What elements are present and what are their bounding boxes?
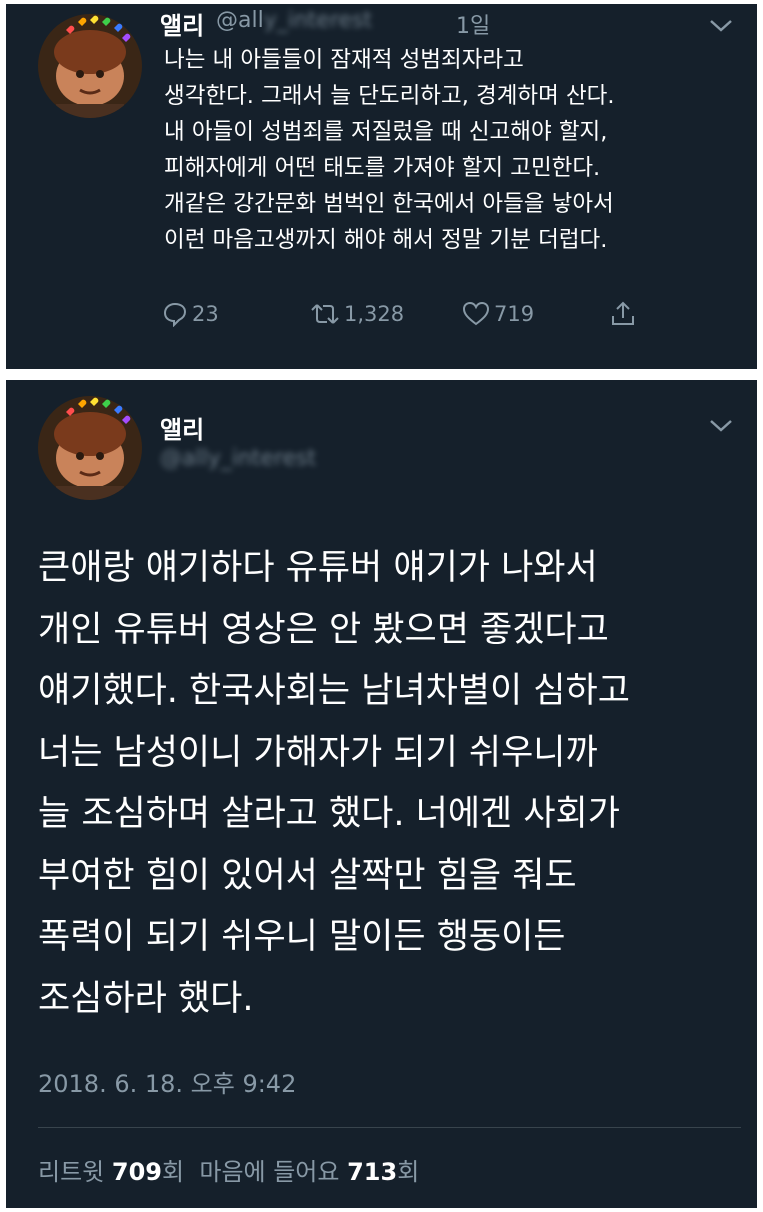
retweet-stat[interactable]: 리트윗 709회 <box>38 1158 184 1186</box>
share-button[interactable] <box>610 296 640 332</box>
likes-label: 마음에 들어요 <box>199 1158 340 1186</box>
tweet-line: 큰애랑 얘기하다 유튜버 얘기가 나와서 <box>38 548 598 588</box>
likes-total: 713 <box>347 1158 398 1186</box>
retweet-count: 1,328 <box>344 302 405 326</box>
chevron-down-icon[interactable] <box>708 18 734 34</box>
tweet-line: 너는 남성이니 가해자가 되기 쉬우니까 <box>38 732 598 773</box>
tweet-line: 내 아들이 성범죄를 저질렀을 때 신고해야 할지, <box>164 119 608 145</box>
likes-unit: 회 <box>397 1158 420 1186</box>
tweet-line: 생각한다. 그래서 늘 단도리하고, 경계하며 산다. <box>164 83 615 109</box>
avatar[interactable] <box>36 394 144 502</box>
tweet-line: 늘 조심하며 살라고 했다. 너에겐 사회가 <box>38 794 620 834</box>
avatar[interactable] <box>36 12 144 120</box>
retweet-label: 리트윗 <box>38 1158 105 1186</box>
user-handle[interactable]: @ally_interest <box>160 446 316 471</box>
display-name[interactable]: 앨리 <box>160 6 204 41</box>
reply-button[interactable]: 23 <box>162 296 219 332</box>
tweet-actions: 23 1,328 719 <box>6 296 757 332</box>
tweet-line: 피해자에게 어떤 태도를 가져야 할지 고민한다. <box>164 155 601 181</box>
reply-icon <box>163 302 187 327</box>
tweet-line: 나는 내 아들들이 잠재적 성범죄자라고 <box>164 47 524 73</box>
retweet-total: 709 <box>111 1158 162 1186</box>
tweet-line: 폭력이 되기 쉬우니 말이든 행동이든 <box>38 917 566 957</box>
handle-prefix: @all <box>216 8 264 33</box>
likes-stat[interactable]: 마음에 들어요 713회 <box>199 1158 419 1186</box>
tweet-line: 개같은 강간문화 범벅인 한국에서 아들을 낳아서 <box>164 191 614 217</box>
tweet-age[interactable]: 1일 <box>456 8 490 40</box>
tweet-text: 나는 내 아들들이 잠재적 성범죄자라고 생각한다. 그래서 늘 단도리하고, … <box>164 42 744 258</box>
heart-icon <box>462 301 490 326</box>
retweet-icon <box>311 304 339 324</box>
divider <box>38 1127 741 1128</box>
tweet-line: 조심하라 했다. <box>38 978 254 1019</box>
retweet-unit: 회 <box>162 1158 185 1186</box>
tweet-line: 이런 마음고생까지 해야 해서 정말 기분 더럽다. <box>164 227 608 253</box>
retweet-button[interactable]: 1,328 <box>310 296 404 332</box>
tweet-line: 부여한 힘이 있어서 살짝만 힘을 줘도 <box>38 855 577 896</box>
like-button[interactable]: 719 <box>462 296 534 332</box>
handle-blurred: y_interest <box>263 8 373 33</box>
tweet-line: 개인 유튜버 영상은 안 봤으면 좋겠다고 <box>38 609 609 650</box>
user-handle[interactable]: @ally_interest <box>216 8 372 33</box>
tweet-card-1[interactable]: 앨리 @ally_interest 1일 나는 내 아들들이 잠재적 성범죄자라… <box>6 4 757 369</box>
display-name[interactable]: 앨리 <box>160 410 204 445</box>
tweet-timestamp[interactable]: 2018. 6. 18. 오후 9:42 <box>38 1064 296 1099</box>
like-count: 719 <box>494 302 535 326</box>
reply-count: 23 <box>192 302 219 326</box>
tweet-card-2[interactable]: 앨리 @ally_interest 큰애랑 얘기하다 유튜버 얘기가 나와서 개… <box>6 380 757 1208</box>
tweet-stats: 리트윗 709회 마음에 들어요 713회 <box>38 1152 419 1187</box>
tweet-line: 얘기했다. 한국사회는 남녀차별이 심하고 <box>38 671 630 711</box>
share-icon <box>612 301 634 325</box>
chevron-down-icon[interactable] <box>708 418 734 434</box>
tweet-text: 큰애랑 얘기하다 유튜버 얘기가 나와서 개인 유튜버 영상은 안 봤으면 좋겠… <box>38 538 738 1030</box>
